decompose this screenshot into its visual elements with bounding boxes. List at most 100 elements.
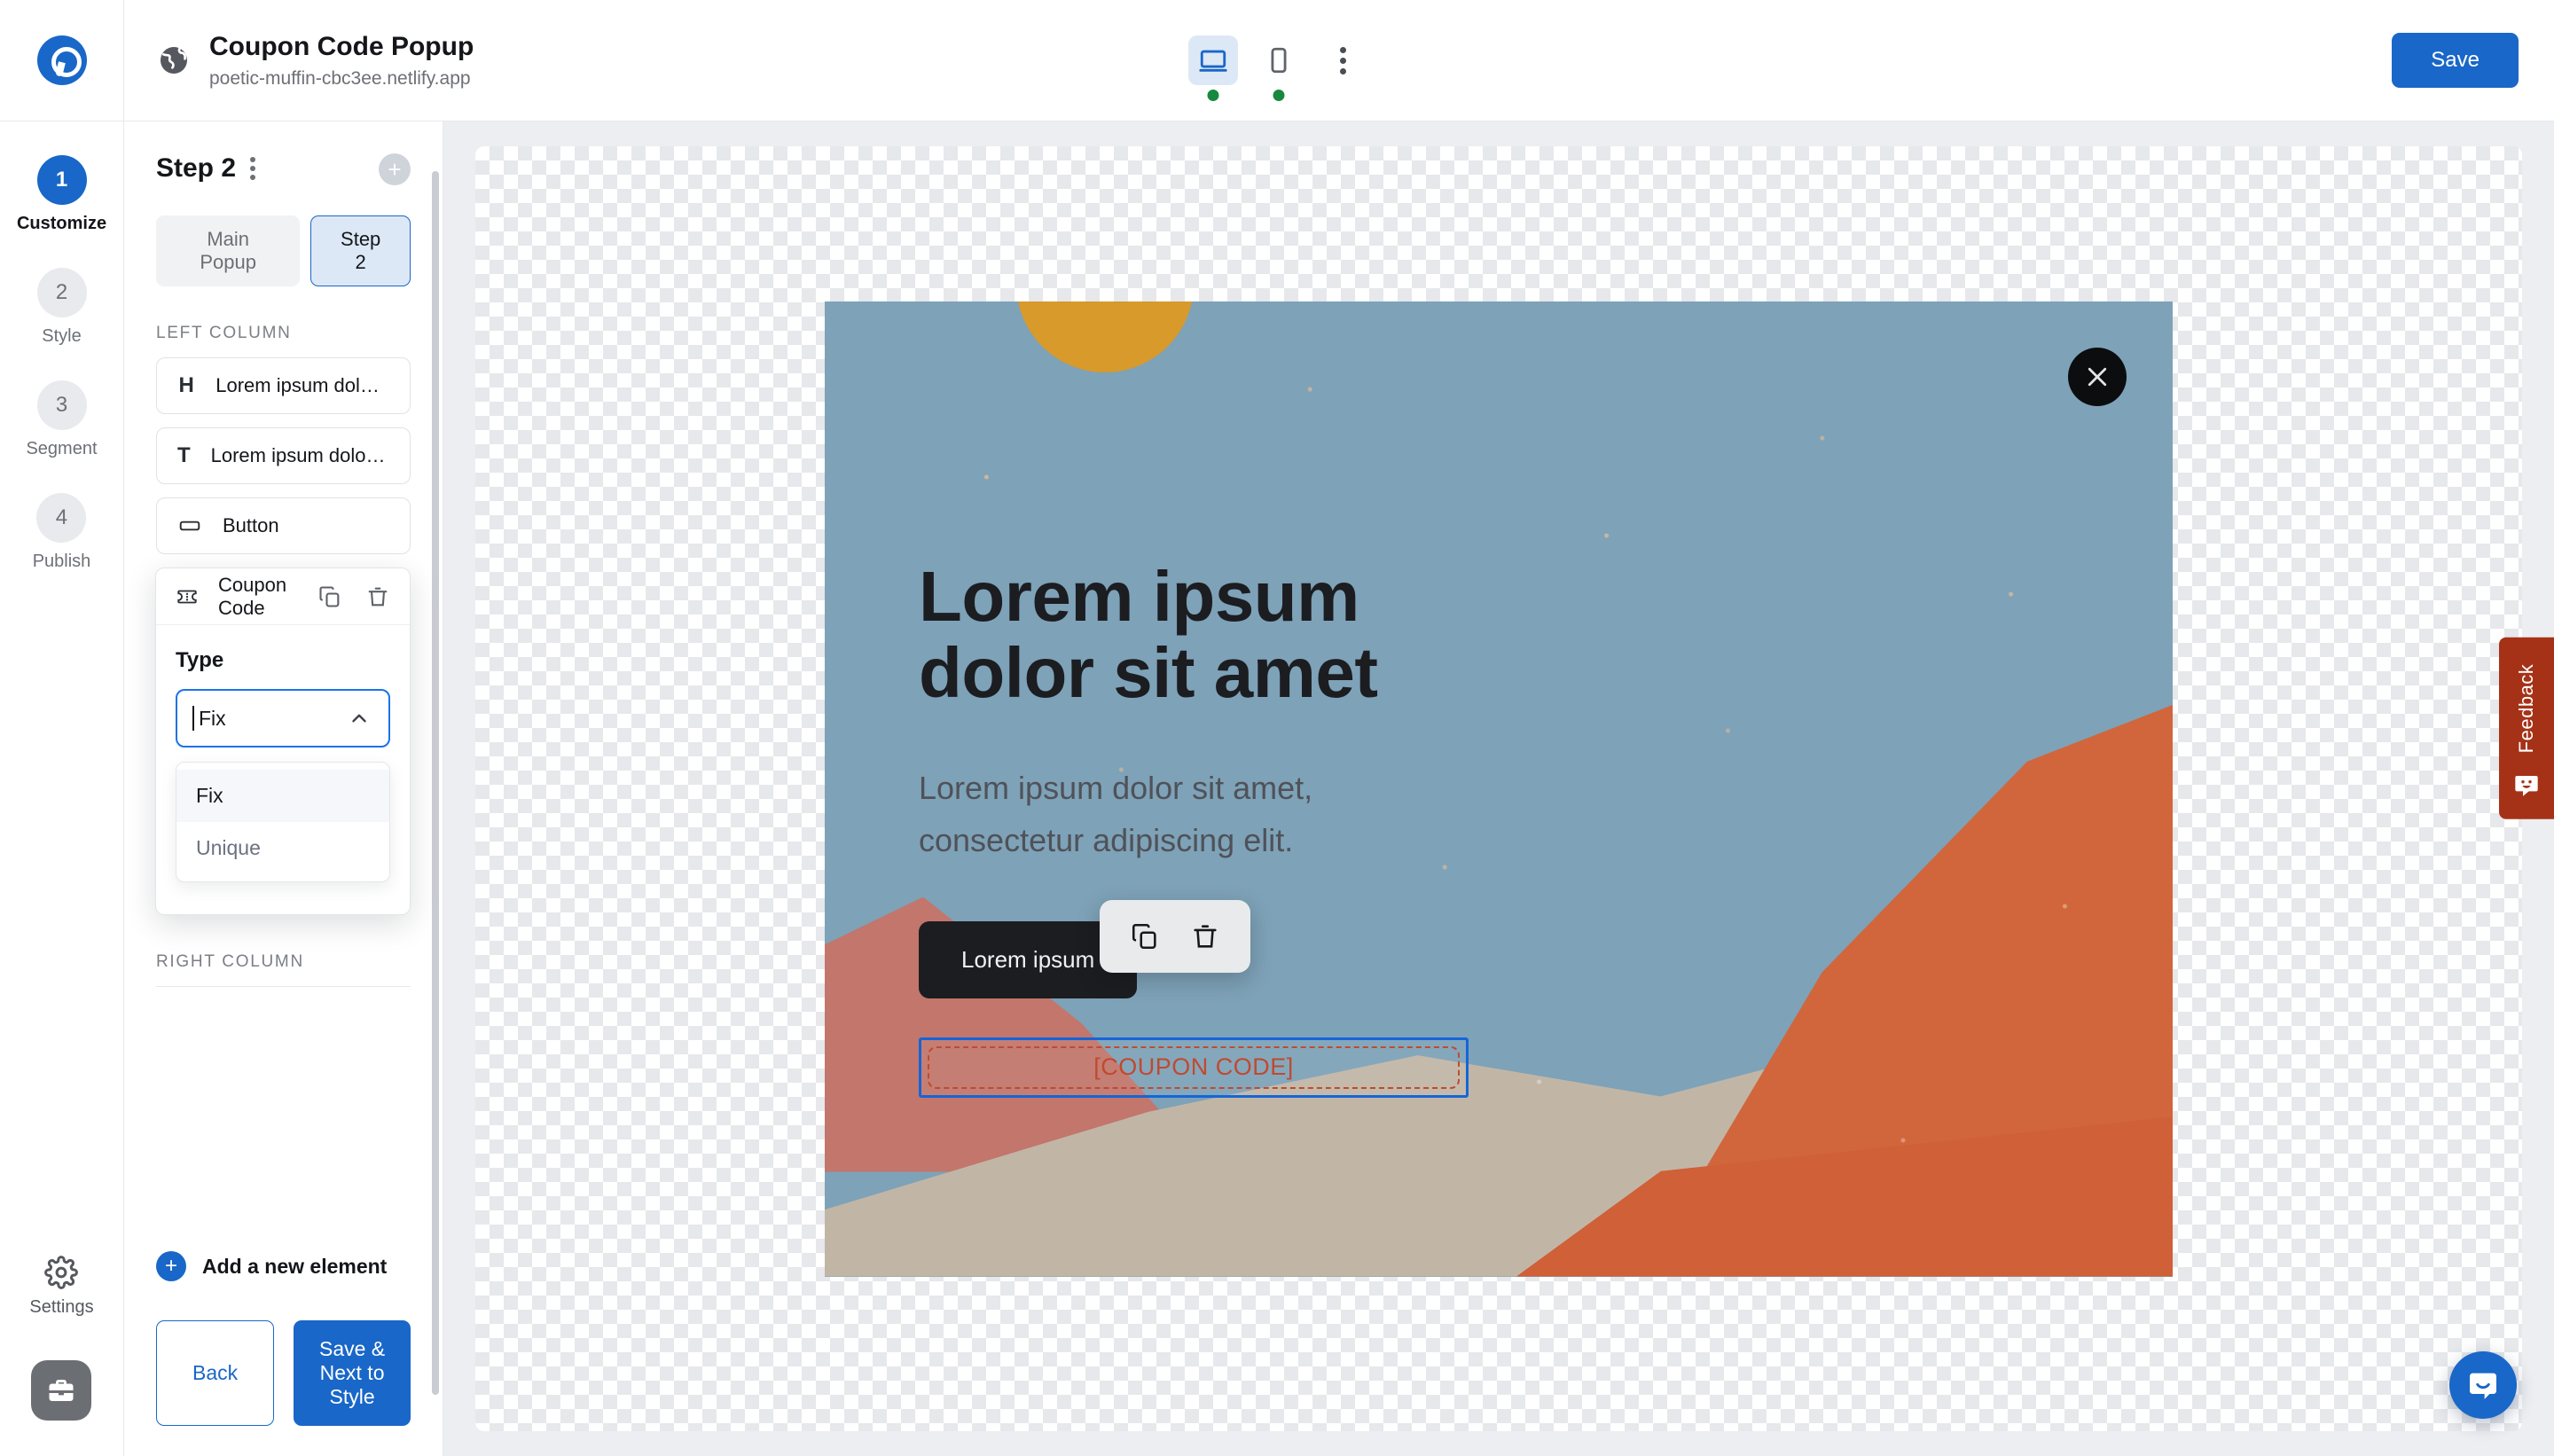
left-column-label: LEFT COLUMN bbox=[156, 324, 411, 343]
chat-bubble-icon bbox=[2465, 1367, 2501, 1403]
add-step-button[interactable]: + bbox=[379, 153, 411, 185]
popup-heading[interactable]: Lorem ipsum dolor sit amet bbox=[919, 559, 1445, 712]
add-element-label: Add a new element bbox=[202, 1255, 387, 1279]
popup-cta-row: Lorem ipsum bbox=[919, 921, 1445, 998]
feedback-tab[interactable]: Feedback bbox=[2499, 638, 2554, 819]
step-style[interactable]: 2 Style bbox=[37, 268, 87, 347]
tab-main-popup[interactable]: Main Popup bbox=[156, 215, 300, 286]
back-button[interactable]: Back bbox=[156, 1320, 274, 1426]
option-fix[interactable]: Fix bbox=[176, 770, 389, 822]
briefcase-icon bbox=[45, 1374, 77, 1406]
kebab-menu-icon bbox=[250, 157, 255, 162]
coupon-code-card: Coupon Code bbox=[155, 568, 411, 915]
step-customize[interactable]: 1 Customize bbox=[17, 155, 106, 234]
delete-element-button[interactable] bbox=[1190, 921, 1220, 951]
popup-preview: Lorem ipsum dolor sit amet Lorem ipsum d… bbox=[825, 301, 2173, 1277]
device-mobile-button[interactable] bbox=[1254, 35, 1304, 85]
element-label: Button bbox=[223, 514, 279, 537]
coupon-card-body: Type Fix Fix Unique bbox=[156, 625, 410, 914]
close-icon bbox=[2084, 364, 2111, 390]
type-select-input[interactable]: Fix bbox=[176, 689, 390, 748]
brand-cell[interactable] bbox=[0, 0, 124, 121]
smiley-chat-icon bbox=[2512, 771, 2541, 799]
element-label: Lorem ipsum dolor sit amet, consec... bbox=[211, 444, 390, 467]
popup-close-button[interactable] bbox=[2068, 348, 2127, 406]
site-url: poetic-muffin-cbc3ee.netlify.app bbox=[209, 68, 474, 90]
duplicate-coupon-button[interactable] bbox=[317, 584, 342, 609]
save-next-button[interactable]: Save & Next to Style bbox=[294, 1320, 411, 1426]
trash-icon bbox=[365, 584, 390, 609]
add-new-element-button[interactable]: + Add a new element bbox=[156, 1228, 411, 1320]
step-number: 2 bbox=[37, 268, 87, 317]
element-hover-toolbar bbox=[1100, 900, 1250, 973]
step-number: 3 bbox=[37, 380, 87, 430]
copy-icon bbox=[317, 584, 342, 609]
type-field-label: Type bbox=[176, 648, 390, 673]
coupon-card-actions bbox=[317, 584, 390, 609]
step-options-button[interactable] bbox=[250, 157, 255, 180]
panel-scrollbar[interactable] bbox=[432, 171, 439, 1395]
trash-icon bbox=[1190, 921, 1220, 951]
plus-icon: + bbox=[388, 158, 401, 181]
step-label: Segment bbox=[26, 439, 97, 459]
mobile-icon bbox=[1264, 45, 1294, 75]
body-row: 1 Customize 2 Style 3 Segment 4 Publish bbox=[0, 121, 2554, 1456]
plus-circle-icon: + bbox=[156, 1251, 186, 1281]
footer-buttons: Back Save & Next to Style bbox=[156, 1320, 411, 1426]
step-segment[interactable]: 3 Segment bbox=[26, 380, 97, 459]
desktop-icon bbox=[1198, 45, 1228, 75]
element-label: Lorem ipsum dolor sit amet bbox=[215, 374, 390, 397]
app-root: Coupon Code Popup poetic-muffin-cbc3ee.n… bbox=[0, 0, 2554, 1456]
page-title: Coupon Code Popup bbox=[209, 31, 474, 63]
settings-label: Settings bbox=[29, 1297, 93, 1318]
ticket-icon bbox=[176, 585, 199, 608]
coupon-code-placeholder[interactable]: [COUPON CODE] bbox=[919, 1037, 1469, 1098]
save-button[interactable]: Save bbox=[2392, 33, 2519, 88]
text-caret bbox=[192, 706, 194, 731]
sidebar-item-settings[interactable]: Settings bbox=[29, 1256, 93, 1318]
coupon-card-header[interactable]: Coupon Code bbox=[156, 568, 410, 625]
mobile-status-dot bbox=[1273, 90, 1285, 101]
feedback-label: Feedback bbox=[2515, 664, 2538, 754]
text-icon: T bbox=[176, 443, 192, 468]
editor-panel: Step 2 + Main Popup Step 2 LEFT COLUMN H… bbox=[124, 121, 443, 1456]
desktop-status-dot bbox=[1208, 90, 1219, 101]
device-desktop-button[interactable] bbox=[1188, 35, 1238, 85]
step-number: 4 bbox=[36, 493, 86, 543]
popup-subtext[interactable]: Lorem ipsum dolor sit amet, consectetur … bbox=[919, 763, 1445, 866]
button-icon bbox=[176, 514, 203, 537]
gear-icon bbox=[44, 1256, 78, 1289]
intercom-chat-button[interactable] bbox=[2449, 1351, 2517, 1419]
step-label: Style bbox=[42, 326, 81, 347]
steps-rail: 1 Customize 2 Style 3 Segment 4 Publish bbox=[0, 121, 124, 1456]
preview-more-button[interactable] bbox=[1320, 35, 1366, 85]
briefcase-button[interactable] bbox=[31, 1360, 91, 1421]
element-row-button[interactable]: Button bbox=[156, 497, 411, 554]
element-row-text[interactable]: T Lorem ipsum dolor sit amet, consec... bbox=[156, 427, 411, 484]
coupon-card-title: Coupon Code bbox=[218, 574, 298, 620]
duplicate-element-button[interactable] bbox=[1130, 921, 1160, 951]
panel-divider bbox=[156, 986, 411, 987]
preview-canvas-wrap: Lorem ipsum dolor sit amet Lorem ipsum d… bbox=[443, 121, 2554, 1456]
panel-footer: + Add a new element Back Save & Next to … bbox=[124, 1228, 443, 1456]
heading-icon: H bbox=[176, 373, 196, 398]
tab-step-2[interactable]: Step 2 bbox=[310, 215, 411, 286]
delete-coupon-button[interactable] bbox=[365, 584, 390, 609]
option-unique[interactable]: Unique bbox=[176, 822, 389, 874]
copy-icon bbox=[1130, 921, 1160, 951]
app-logo bbox=[37, 35, 87, 85]
coupon-placeholder-text: [COUPON CODE] bbox=[1093, 1053, 1294, 1081]
popup-step-tabs: Main Popup Step 2 bbox=[156, 215, 411, 286]
popup-content: Lorem ipsum dolor sit amet Lorem ipsum d… bbox=[825, 301, 1445, 1098]
chevron-up-icon[interactable] bbox=[348, 707, 371, 730]
step-publish[interactable]: 4 Publish bbox=[33, 493, 91, 572]
element-row-heading[interactable]: H Lorem ipsum dolor sit amet bbox=[156, 357, 411, 414]
type-select-value: Fix bbox=[195, 707, 226, 731]
rail-bottom: Settings bbox=[29, 1256, 93, 1456]
step-label: Publish bbox=[33, 552, 91, 572]
panel-header: Step 2 + bbox=[156, 153, 411, 184]
right-column-label: RIGHT COLUMN bbox=[156, 952, 411, 972]
preview-canvas: Lorem ipsum dolor sit amet Lorem ipsum d… bbox=[475, 146, 2522, 1431]
step-number: 1 bbox=[37, 155, 87, 205]
device-switcher bbox=[1188, 35, 1366, 85]
